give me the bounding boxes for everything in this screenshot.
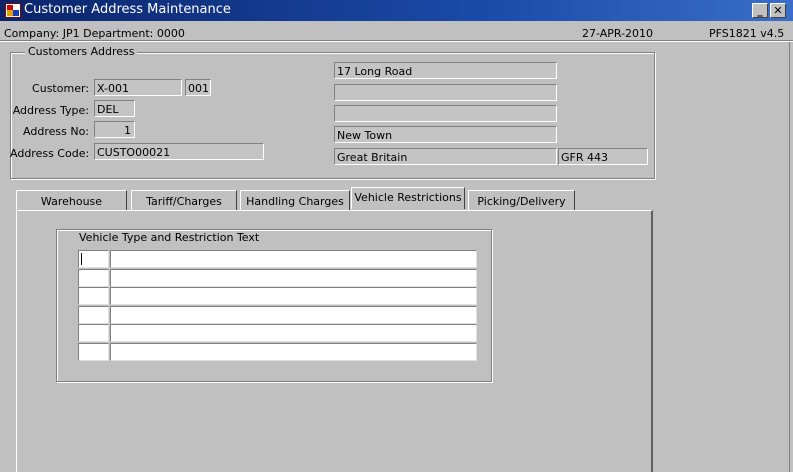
separator — [0, 40, 793, 42]
tab-handling-charges[interactable]: Handling Charges — [240, 190, 350, 210]
restriction-text-cell-4[interactable] — [110, 306, 477, 324]
minimize-button[interactable]: _ — [752, 3, 768, 18]
address-line-2-field[interactable] — [334, 84, 557, 101]
restriction-text-cell-6[interactable] — [110, 343, 477, 361]
customer-suffix-field[interactable]: 001 — [185, 79, 211, 96]
company-department-text: Company: JP1 Department: 0000 — [4, 27, 185, 40]
tab-picking-delivery[interactable]: Picking/Delivery — [468, 190, 575, 210]
vehicle-type-cell-6[interactable] — [78, 343, 109, 361]
app-icon[interactable] — [5, 3, 21, 18]
customer-label: Customer: — [32, 82, 89, 95]
address-code-label: Address Code: — [10, 147, 90, 160]
address-line-1-field[interactable]: 17 Long Road — [334, 62, 557, 79]
vehicle-type-cell-1[interactable] — [78, 250, 109, 268]
window-title: Customer Address Maintenance — [24, 2, 231, 17]
address-line-3-field[interactable] — [334, 105, 557, 122]
tab-vehicle-restrictions[interactable]: Vehicle Restrictions — [351, 187, 465, 209]
vehicle-restrictions-title: Vehicle Type and Restriction Text — [76, 231, 263, 244]
restriction-text-cell-5[interactable] — [110, 324, 477, 342]
vehicle-type-cell-2[interactable] — [78, 269, 109, 287]
close-button[interactable]: ✕ — [770, 3, 786, 18]
vehicle-type-cell-4[interactable] — [78, 306, 109, 324]
restriction-text-cell-1[interactable] — [110, 250, 477, 268]
address-type-field[interactable]: DEL — [94, 100, 135, 117]
postcode-field[interactable]: GFR 443 — [558, 148, 648, 165]
address-code-field[interactable]: CUSTO00021 — [94, 143, 264, 160]
address-no-field[interactable]: 1 — [94, 121, 135, 138]
version-text: PFS1821 v4.5 — [709, 27, 785, 40]
tab-tariff-charges[interactable]: Tariff/Charges — [131, 190, 237, 210]
customer-code-field[interactable]: X-001 — [94, 79, 182, 96]
restriction-text-cell-3[interactable] — [110, 287, 477, 305]
vehicle-type-cell-3[interactable] — [78, 287, 109, 305]
restriction-text-cell-2[interactable] — [110, 269, 477, 287]
address-type-label: Address Type: — [12, 104, 89, 117]
address-town-field[interactable]: New Town — [334, 126, 557, 143]
customers-address-title: Customers Address — [25, 45, 138, 58]
vehicle-type-cell-5[interactable] — [78, 324, 109, 342]
date-text: 27-APR-2010 — [582, 27, 654, 40]
country-field[interactable]: Great Britain — [334, 148, 557, 165]
tab-warehouse[interactable]: Warehouse — [16, 190, 127, 210]
address-no-label: Address No: — [23, 125, 89, 138]
window-right-edge — [789, 42, 793, 472]
